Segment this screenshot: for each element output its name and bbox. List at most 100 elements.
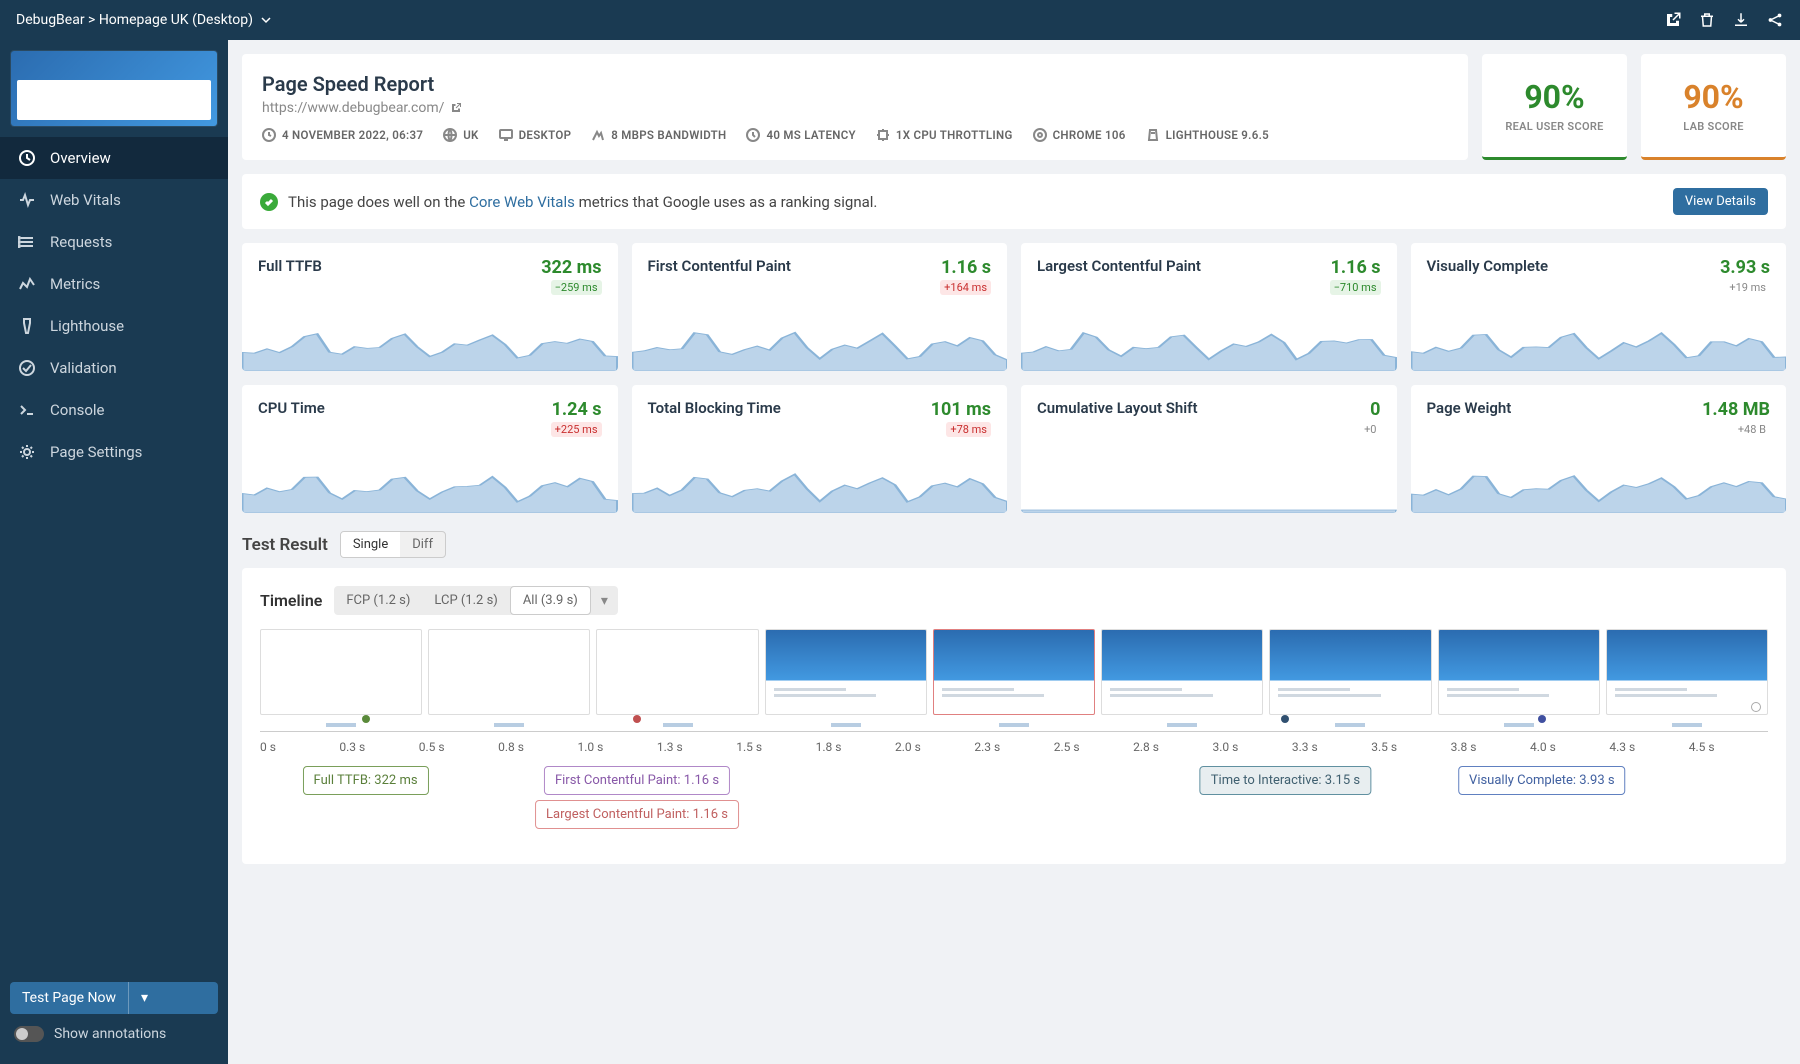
timeline-label[interactable]: First Contentful Paint: 1.16 s: [544, 766, 730, 795]
timeline-label[interactable]: Visually Complete: 3.93 s: [1458, 766, 1626, 795]
network-icon: [591, 128, 605, 142]
sidebar-item-page-settings[interactable]: Page Settings: [0, 431, 228, 473]
metric-card-cpu-time[interactable]: CPU Time 1.24 s +225 ms: [242, 385, 618, 513]
latency-icon: [746, 128, 760, 142]
open-external-icon[interactable]: [450, 102, 462, 114]
check-circle-icon: [260, 193, 278, 211]
timeline-label[interactable]: Full TTFB: 322 ms: [303, 766, 429, 795]
monitor-icon: [499, 128, 513, 142]
test-page-now-button[interactable]: Test Page Now ▾: [10, 982, 218, 1014]
axis-tick: 1.0 s: [578, 740, 657, 754]
axis-tick: 0.3 s: [339, 740, 418, 754]
chevron-down-icon[interactable]: ▾: [128, 982, 160, 1014]
chrome-icon: [1033, 128, 1047, 142]
axis-tick: 2.8 s: [1133, 740, 1212, 754]
show-annotations-toggle[interactable]: [14, 1026, 44, 1042]
axis-tick: 2.5 s: [1054, 740, 1133, 754]
meta-clock: 4 NOVEMBER 2022, 06:37: [262, 128, 423, 142]
cpu-icon: [876, 128, 890, 142]
lighthouse-icon: [1146, 128, 1160, 142]
tab-single[interactable]: Single: [341, 532, 400, 557]
core-web-vitals-link[interactable]: Core Web Vitals: [469, 193, 575, 211]
axis-tick: 2.3 s: [974, 740, 1053, 754]
meta-cpu: 1X CPU THROTTLING: [876, 128, 1013, 142]
meta-chrome: CHROME 106: [1033, 128, 1126, 142]
sidebar-item-lighthouse[interactable]: Lighthouse: [0, 305, 228, 347]
timeline-frame[interactable]: [260, 629, 422, 715]
metric-card-cumulative-layout-shift[interactable]: Cumulative Layout Shift 0 +0: [1021, 385, 1397, 513]
metric-card-full-ttfb[interactable]: Full TTFB 322 ms −259 ms: [242, 243, 618, 371]
clock-icon: [262, 128, 276, 142]
metric-card-first-contentful-paint[interactable]: First Contentful Paint 1.16 s +164 ms: [632, 243, 1008, 371]
timeline-frame[interactable]: [1438, 629, 1600, 715]
timeline-frame[interactable]: [428, 629, 590, 715]
timeline-frame[interactable]: [1269, 629, 1431, 715]
report-header-card: Page Speed Report https://www.debugbear.…: [242, 54, 1468, 160]
timeline-marker: [362, 715, 370, 723]
meta-monitor: DESKTOP: [499, 128, 572, 142]
metric-card-page-weight[interactable]: Page Weight 1.48 MB +48 B: [1411, 385, 1787, 513]
axis-tick: 4.0 s: [1530, 740, 1609, 754]
timeline-frame[interactable]: [933, 629, 1095, 715]
metric-card-visually-complete[interactable]: Visually Complete 3.93 s +19 ms: [1411, 243, 1787, 371]
open-external-icon[interactable]: [1664, 11, 1682, 29]
timeline-pill[interactable]: LCP (1.2 s): [422, 587, 509, 614]
test-result-tabs: Single Diff: [340, 531, 446, 558]
breadcrumb[interactable]: DebugBear > Homepage UK (Desktop): [16, 12, 271, 28]
nav-icon: [18, 443, 36, 461]
nav-icon: [18, 401, 36, 419]
axis-tick: 4.5 s: [1689, 740, 1768, 754]
globe-icon: [443, 128, 457, 142]
axis-tick: 1.8 s: [816, 740, 895, 754]
sidebar-item-validation[interactable]: Validation: [0, 347, 228, 389]
axis-tick: 3.5 s: [1371, 740, 1450, 754]
metric-card-largest-contentful-paint[interactable]: Largest Contentful Paint 1.16 s −710 ms: [1021, 243, 1397, 371]
view-details-button[interactable]: View Details: [1673, 188, 1768, 215]
download-icon[interactable]: [1732, 11, 1750, 29]
lab-score-card[interactable]: 90% LAB SCORE: [1641, 54, 1786, 160]
timeline-marker: [1281, 715, 1289, 723]
chevron-down-icon[interactable]: ▾: [591, 587, 618, 615]
metric-card-total-blocking-time[interactable]: Total Blocking Time 101 ms +78 ms: [632, 385, 1008, 513]
info-icon: [1751, 702, 1761, 712]
axis-tick: 1.3 s: [657, 740, 736, 754]
timeline-title: Timeline: [260, 591, 322, 610]
nav-icon: [18, 359, 36, 377]
axis-tick: 0 s: [260, 740, 339, 754]
axis-tick: 4.3 s: [1609, 740, 1688, 754]
nav-icon: [18, 191, 36, 209]
timeline-frame[interactable]: [765, 629, 927, 715]
page-thumbnail[interactable]: [10, 50, 218, 127]
share-icon[interactable]: [1766, 11, 1784, 29]
sidebar-item-overview[interactable]: Overview: [0, 137, 228, 179]
show-annotations-label: Show annotations: [54, 1026, 166, 1042]
timeline-label[interactable]: Largest Contentful Paint: 1.16 s: [535, 800, 739, 829]
page-title: Page Speed Report: [262, 72, 1448, 96]
meta-network: 8 MBPS BANDWIDTH: [591, 128, 726, 142]
meta-latency: 40 MS LATENCY: [746, 128, 855, 142]
axis-tick: 3.0 s: [1213, 740, 1292, 754]
axis-tick: 0.5 s: [419, 740, 498, 754]
web-vitals-banner: This page does well on the Core Web Vita…: [242, 174, 1786, 229]
sidebar-item-web-vitals[interactable]: Web Vitals: [0, 179, 228, 221]
timeline-frame[interactable]: [596, 629, 758, 715]
nav-icon: [18, 275, 36, 293]
timeline-pill[interactable]: FCP (1.2 s): [334, 587, 422, 614]
axis-tick: 3.8 s: [1451, 740, 1530, 754]
timeline-frame[interactable]: [1101, 629, 1263, 715]
tab-diff[interactable]: Diff: [400, 532, 445, 557]
nav-icon: [18, 149, 36, 167]
timeline-label[interactable]: Time to Interactive: 3.15 s: [1200, 766, 1371, 795]
trash-icon[interactable]: [1698, 11, 1716, 29]
sidebar-item-metrics[interactable]: Metrics: [0, 263, 228, 305]
axis-tick: 0.8 s: [498, 740, 577, 754]
sidebar-item-console[interactable]: Console: [0, 389, 228, 431]
timeline-pill[interactable]: All (3.9 s): [510, 586, 591, 615]
real-user-score-card[interactable]: 90% REAL USER SCORE: [1482, 54, 1627, 160]
report-url[interactable]: https://www.debugbear.com/: [262, 100, 444, 116]
sidebar-item-requests[interactable]: Requests: [0, 221, 228, 263]
test-result-title: Test Result: [242, 535, 328, 555]
timeline-marker: [1538, 715, 1546, 723]
nav-icon: [18, 317, 36, 335]
timeline-frame[interactable]: [1606, 629, 1768, 715]
